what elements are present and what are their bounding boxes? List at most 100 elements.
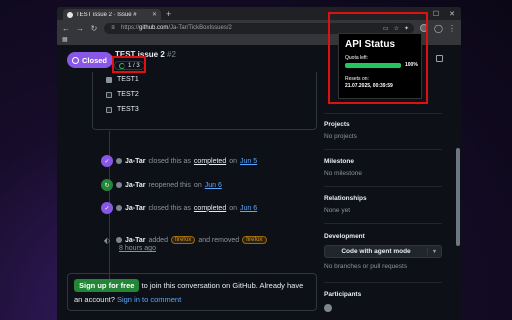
participant-avatar[interactable] [324,304,332,312]
chevron-down-icon[interactable]: ▾ [427,248,441,255]
label-chip-firefox[interactable]: firefox [242,236,267,244]
event-text: reopened this [148,181,191,189]
development-value: No branches or pull requests [324,263,408,270]
resets-label: Resets on: [345,76,369,82]
event-link-completed[interactable]: completed [194,205,226,212]
tab-title: TEST issue 2 · Issue # [76,11,137,18]
event-on: on [229,157,238,165]
forward-icon[interactable]: → [76,24,84,33]
tab-close-icon[interactable]: ✕ [152,11,157,18]
quota-label: Quota left: [345,55,369,61]
task-label: TEST3 [117,106,139,113]
new-tab-icon[interactable]: + [166,9,171,19]
progress-ring-icon [119,62,125,69]
scrollbar-thumb[interactable] [456,148,460,246]
back-icon[interactable]: ← [62,24,70,33]
code-with-agent-button[interactable]: Code with agent mode ▾ [324,245,442,258]
bookmark-star-icon[interactable]: ☆ [394,25,399,32]
page-scrollbar[interactable] [455,45,461,320]
task-checkbox-checked[interactable] [106,76,112,83]
task-label: TEST1 [117,76,139,83]
event-text: closed this as [148,204,191,212]
sidebar-relationships: Relationships None yet [324,195,442,214]
reopened-event-icon: ↻ [101,179,113,191]
api-status-popup: API Status Quota left: 100% Resets on: 2… [338,33,422,99]
task-item[interactable]: TEST1 [106,76,139,83]
quota-progress-fill [345,63,401,68]
sidebar-divider [324,149,442,150]
event-on: on [229,204,238,212]
event-date[interactable]: Jun 6 [240,205,257,212]
task-progress-badge[interactable]: 1 / 3 [114,61,145,70]
development-heading: Development [324,233,365,240]
maximize-icon[interactable]: ☐ [433,10,439,18]
issue-title: TEST issue 2 #2 [115,50,176,59]
event-actor[interactable]: Ja-Tar [125,158,146,165]
resets-time: 21.07.2025, 00:39:59 [345,83,393,89]
signup-prompt: Sign up for free to join this conversati… [67,273,317,311]
participants-heading: Participants [324,291,362,298]
label-chip-firefox[interactable]: firefox [170,236,196,244]
task-checkbox[interactable] [106,91,112,98]
tab-strip: TEST issue 2 · Issue # ✕ + — ☐ ✕ [57,7,461,20]
issue-state-label: Closed [82,55,108,65]
minimize-icon[interactable]: — [416,10,423,18]
issue-state-badge: Closed [67,52,114,68]
agent-button-label: Code with agent mode [341,248,411,255]
event-link-completed[interactable]: completed [194,158,226,165]
menu-icon[interactable]: ⋮ [448,24,456,33]
popup-title: API Status [345,39,396,50]
address-bar-actions: ▭ ☆ ✦ [383,25,409,32]
url-text: https://github.com/Ja-Tar/TickBoxIssues/… [121,25,232,31]
sidebar-divider [324,186,442,187]
avatar[interactable] [116,205,122,211]
task-item[interactable]: TEST3 [106,106,139,113]
relationships-value: None yet [324,207,351,214]
apps-grid-icon[interactable]: ▦ [62,37,68,43]
extensions-icon[interactable]: ✦ [404,25,409,32]
tab-issue[interactable]: TEST issue 2 · Issue # ✕ [63,9,161,20]
reload-icon[interactable]: ↻ [90,24,98,33]
sidebar-divider [324,282,442,283]
event-actor[interactable]: Ja-Tar [125,237,146,244]
window-controls: — ☐ ✕ [416,10,461,18]
projects-value: No projects [324,133,357,140]
milestone-value: No milestone [324,170,362,177]
relationships-heading: Relationships [324,195,367,202]
event-actor[interactable]: Ja-Tar [125,205,146,212]
sidebar-projects: Projects No projects [324,121,442,140]
avatar[interactable] [116,182,122,188]
extension-api-status-icon[interactable] [420,24,428,32]
closed-event-icon: ✓ [101,155,113,167]
issue-number: #2 [167,50,176,59]
tag-icon: ⬖ [103,235,111,245]
event-actor[interactable]: Ja-Tar [125,182,146,189]
timeline-event-closed: ✓ Ja-Tar closed this as completed on Jun… [101,202,257,214]
profile-icon[interactable]: ◯ [434,24,443,33]
event-text: closed this as [148,157,191,165]
event-date[interactable]: Jun 5 [240,158,257,165]
quota-percent: 100% [405,62,418,68]
sidebar-participants: Participants [324,291,442,312]
sign-in-link[interactable]: Sign in to comment [117,295,181,304]
cast-icon[interactable]: ▭ [383,25,389,32]
address-bar[interactable]: ≡ https://github.com/Ja-Tar/TickBoxIssue… [104,22,414,34]
avatar[interactable] [116,237,122,243]
event-text-added: added [148,236,168,244]
sidebar-milestone: Milestone No milestone [324,158,442,177]
event-time[interactable]: 8 hours ago [119,245,156,252]
avatar[interactable] [116,158,122,164]
site-info-icon[interactable]: ≡ [109,25,117,31]
task-progress-text: 1 / 3 [128,62,140,69]
sign-up-button[interactable]: Sign up for free [74,279,140,292]
timeline-event-reopened: ↻ Ja-Tar reopened this on Jun 6 [101,179,222,191]
sidebar-divider [324,113,442,114]
task-checkbox[interactable] [106,106,112,113]
closed-check-icon [72,56,79,64]
event-date[interactable]: Jun 6 [205,182,222,189]
task-item[interactable]: TEST2 [106,91,139,98]
copy-link-icon[interactable] [436,55,443,62]
closed-event-icon: ✓ [101,202,113,214]
github-favicon-icon [67,11,73,18]
close-window-icon[interactable]: ✕ [449,10,455,18]
